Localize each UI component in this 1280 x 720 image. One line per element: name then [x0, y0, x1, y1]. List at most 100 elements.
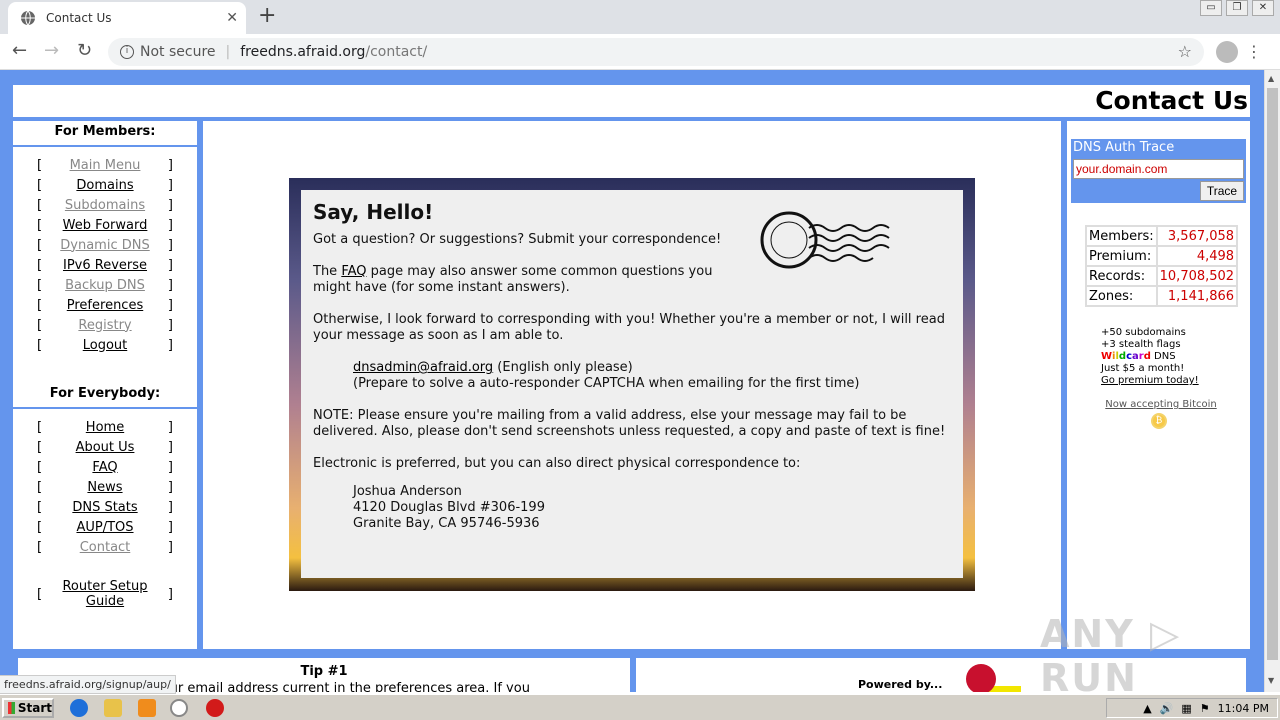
nav-item-members: [Main Menu] [13, 155, 197, 175]
members-link[interactable]: Domains [42, 178, 168, 193]
status-url-bubble: freedns.afraid.org/signup/aup/ [0, 675, 176, 694]
stat-value: 10,708,502 [1157, 267, 1237, 285]
everybody-link[interactable]: News [42, 480, 168, 495]
bracket-close: ] [167, 157, 173, 173]
postal-address: Joshua Anderson 4120 Douglas Blvd #306-1… [313, 484, 951, 532]
bitcoin-link[interactable]: Now accepting Bitcoin [1101, 399, 1221, 410]
nav-item-members: [Registry] [13, 315, 197, 335]
bracket-close: ] [167, 539, 173, 555]
bracket-close: ] [167, 419, 173, 435]
everybody-link[interactable]: Home [42, 420, 168, 435]
bracket-close: ] [167, 317, 173, 333]
members-link[interactable]: Backup DNS [42, 278, 168, 293]
everybody-link[interactable]: FAQ [42, 460, 168, 475]
letter-panel: Say, Hello! Got a question? Or suggestio… [301, 190, 963, 578]
everybody-link[interactable]: AUP/TOS [42, 520, 168, 535]
browser-tab[interactable]: Contact Us ✕ [8, 2, 246, 34]
reload-icon[interactable]: ↻ [77, 40, 92, 61]
everybody-link[interactable]: Contact [42, 540, 168, 555]
go-premium-link[interactable]: Go premium today! [1101, 375, 1199, 386]
stats-row: Premium: 4,498 [1087, 247, 1237, 265]
media-player-icon[interactable] [138, 699, 156, 717]
stats-row: Members: 3,567,058 [1087, 227, 1237, 245]
info-icon[interactable]: i [120, 45, 134, 59]
restore-button[interactable]: ❐ [1226, 0, 1248, 16]
members-link[interactable]: Web Forward [42, 218, 168, 233]
members-link[interactable]: Preferences [42, 298, 168, 313]
promo-line: +3 stealth flags [1101, 339, 1181, 350]
tab-close-icon[interactable]: ✕ [226, 10, 238, 26]
stats-table: Members: 3,567,058 Premium: 4,498 Records: 10… [1085, 225, 1239, 307]
nav-item-everybody: [News] [13, 477, 197, 497]
wildcard-label: Wildcard [1101, 351, 1151, 362]
nav-item-everybody: [DNS Stats] [13, 497, 197, 517]
anyrun-watermark: ANY ▷ RUN [1040, 612, 1182, 700]
volume-icon[interactable]: 🔊 [1160, 702, 1174, 715]
members-link[interactable]: IPv6 Reverse [42, 258, 168, 273]
nav-item-router: [ Router Setup Guide ] [13, 577, 197, 611]
tab-title: Contact Us [46, 11, 112, 25]
stats-row: Records: 10,708,502 [1087, 267, 1237, 285]
members-link[interactable]: Registry [42, 318, 168, 333]
close-window-button[interactable]: ✕ [1252, 0, 1274, 16]
bracket-close: ] [167, 177, 173, 193]
header-bar: Contact Us [13, 85, 1250, 117]
back-arrow-icon[interactable]: ← [12, 40, 27, 61]
flag-tray-icon[interactable]: ⚑ [1200, 702, 1210, 715]
forward-arrow-icon[interactable]: → [44, 40, 59, 61]
nav-item-members: [IPv6 Reverse] [13, 255, 197, 275]
members-link[interactable]: Dynamic DNS [42, 238, 168, 253]
ie-icon[interactable] [70, 699, 88, 717]
trace-button[interactable]: Trace [1200, 181, 1244, 201]
stat-label: Premium: [1087, 247, 1156, 265]
bracket-close: ] [167, 499, 173, 515]
menu-dots-icon[interactable]: ⋮ [1246, 42, 1262, 61]
folder-icon[interactable] [104, 699, 122, 717]
faq-link[interactable]: FAQ [341, 264, 366, 279]
nav-item-members: [Web Forward] [13, 215, 197, 235]
everybody-link[interactable]: About Us [42, 440, 168, 455]
email-link[interactable]: dnsadmin@afraid.org [353, 360, 493, 375]
address-bar[interactable]: i Not secure | freedns.afraid.org /conta… [108, 38, 1204, 66]
faq-suffix: page may also answer some common questio… [313, 264, 713, 295]
promo-wildcard-line: Wildcard DNS [1101, 351, 1199, 363]
left-nav: For Members: [Main Menu][Domains][Subdom… [13, 121, 197, 649]
letter-frame: Say, Hello! Got a question? Or suggestio… [289, 178, 975, 591]
profile-avatar-icon[interactable] [1216, 41, 1238, 63]
members-link[interactable]: Logout [42, 338, 168, 353]
bracket-close: ] [167, 297, 173, 313]
trace-title: DNS Auth Trace [1073, 140, 1175, 155]
scroll-thumb[interactable] [1267, 88, 1278, 660]
promo-price: Just $5 a month! [1101, 363, 1185, 374]
nav-item-everybody: [Contact] [13, 537, 197, 557]
powered-by-label: Powered by... [858, 678, 943, 691]
start-button[interactable]: Start [2, 698, 54, 718]
scroll-up-icon[interactable]: ▲ [1268, 74, 1274, 83]
page-scrollbar[interactable]: ▲ ▼ [1264, 70, 1280, 692]
everybody-link[interactable]: DNS Stats [42, 500, 168, 515]
stat-label: Members: [1087, 227, 1156, 245]
opera-icon[interactable] [206, 699, 224, 717]
address-name: Joshua Anderson [353, 484, 462, 499]
url-host: freedns.afraid.org [240, 44, 366, 60]
stat-value: 4,498 [1157, 247, 1237, 265]
tray-arrow-icon[interactable]: ▲ [1143, 702, 1151, 715]
bracket-close: ] [167, 519, 173, 535]
members-links: [Main Menu][Domains][Subdomains][Web For… [13, 155, 197, 355]
windows-flag-icon [8, 702, 15, 714]
chrome-icon[interactable] [170, 699, 188, 717]
nav-item-everybody: [AUP/TOS] [13, 517, 197, 537]
network-icon[interactable]: ▦ [1181, 702, 1191, 715]
trace-domain-input[interactable] [1073, 159, 1244, 179]
letter-note: NOTE: Please ensure you're mailing from … [313, 408, 946, 439]
minimize-button[interactable]: ▭ [1200, 0, 1222, 16]
new-tab-button[interactable]: + [258, 5, 276, 27]
dns-trace-box: DNS Auth Trace Trace [1071, 139, 1246, 203]
bracket-close: ] [167, 459, 173, 475]
bracket-close: ] [167, 197, 173, 213]
members-link[interactable]: Subdomains [42, 198, 168, 213]
stat-value: 3,567,058 [1157, 227, 1237, 245]
bookmark-star-icon[interactable]: ☆ [1178, 42, 1192, 61]
members-link[interactable]: Main Menu [42, 158, 168, 173]
router-setup-link[interactable]: Router Setup Guide [42, 579, 168, 609]
